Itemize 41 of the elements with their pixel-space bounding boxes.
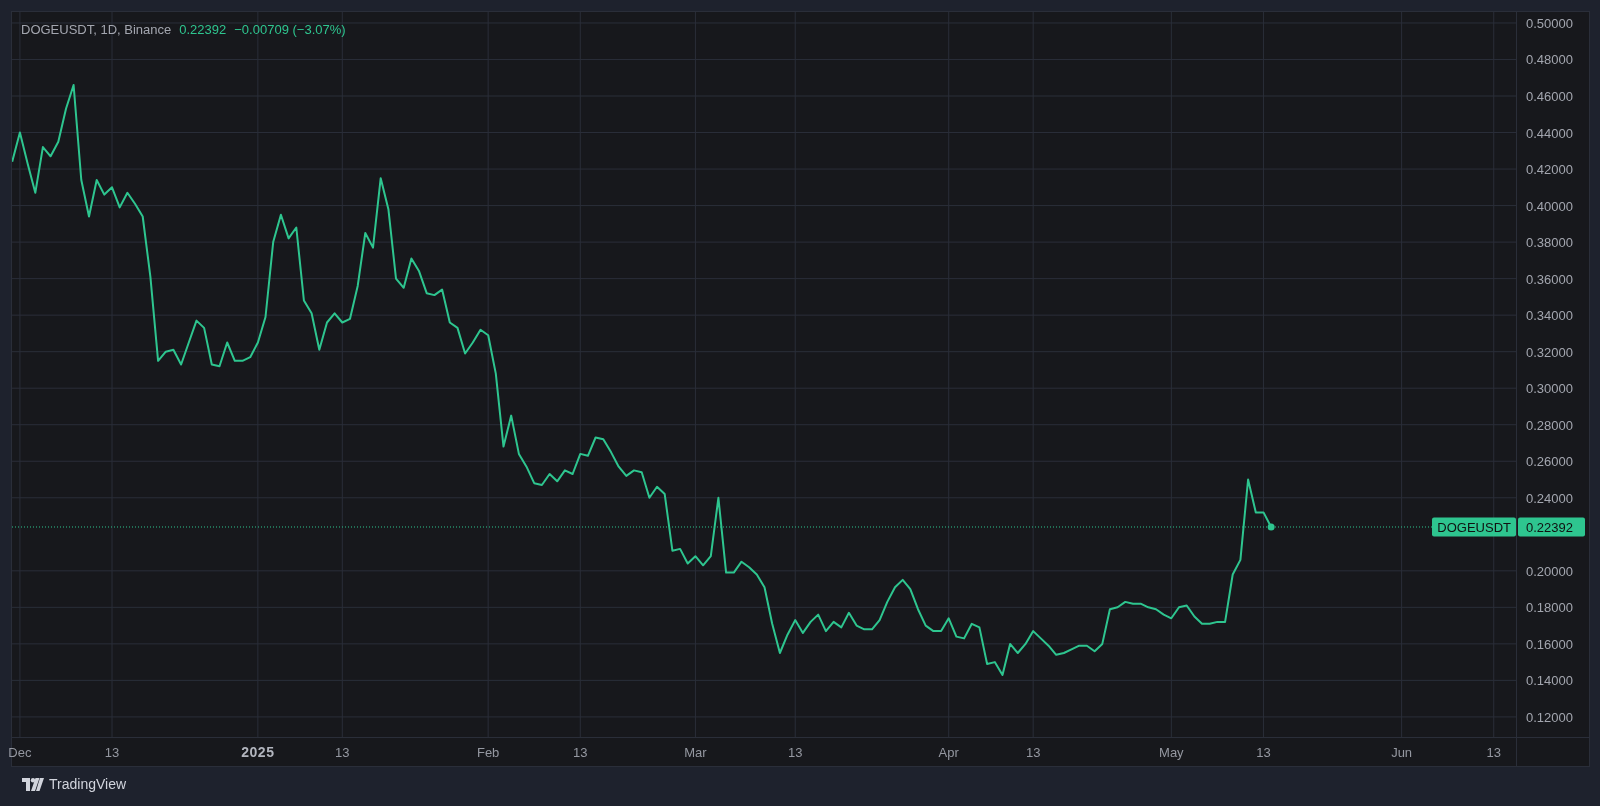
- logo-icon: [22, 777, 44, 791]
- axis-label: 2025: [241, 744, 275, 760]
- axis-label: 0.46000: [1526, 88, 1573, 104]
- axis-label: 0.12000: [1526, 709, 1573, 725]
- axis-label: Feb: [476, 745, 500, 760]
- axis-label: 0.50000: [1526, 15, 1573, 31]
- axis-label: 0.36000: [1526, 271, 1573, 287]
- axis-label: 13: [1486, 745, 1501, 760]
- last-price-dot: [1267, 523, 1275, 531]
- axis-label: 0.44000: [1526, 125, 1573, 140]
- axis-label: 0.48000: [1526, 51, 1573, 67]
- brand-name: TradingView: [49, 776, 127, 792]
- axis-label: 0.34000: [1526, 307, 1573, 323]
- axis-label: 0.30000: [1526, 380, 1573, 396]
- axis-label: 13: [104, 745, 120, 760]
- axis-label: 13: [1256, 745, 1271, 760]
- price-value: 0.22392: [179, 22, 227, 37]
- price-change: −0.00709 (−3.07%): [234, 22, 346, 37]
- axis-label: 0.32000: [1526, 344, 1573, 360]
- axis-label: Jun: [1391, 745, 1413, 760]
- axis-label: 0.24000: [1526, 490, 1573, 506]
- axis-label: 13: [787, 745, 803, 760]
- axis-label: 13: [335, 745, 350, 760]
- symbol-label: DOGEUSDT, 1D, Binance: [21, 22, 172, 37]
- axis-label: May: [1159, 745, 1184, 760]
- axis-label: 0.28000: [1526, 417, 1573, 433]
- axis-label: 0.20000: [1526, 563, 1573, 579]
- price-badge: 0.22392: [1518, 517, 1585, 537]
- axis-label: 13: [573, 745, 588, 760]
- axis-label: 0.42000: [1526, 161, 1573, 177]
- axis-label: Dec: [8, 745, 32, 760]
- axis-label: 0.40000: [1526, 198, 1573, 214]
- axis-label: Mar: [684, 745, 707, 760]
- axis-label: Apr: [938, 745, 959, 760]
- axis-label: 0.38000: [1526, 234, 1573, 250]
- axis-label: 0.26000: [1526, 453, 1573, 469]
- axis-label: 0.14000: [1526, 672, 1573, 688]
- axis-label: 13: [1025, 745, 1041, 760]
- symbol-badge: DOGEUSDT: [1432, 517, 1516, 537]
- axis-label: 0.18000: [1526, 599, 1573, 615]
- axis-label: 0.16000: [1526, 636, 1573, 652]
